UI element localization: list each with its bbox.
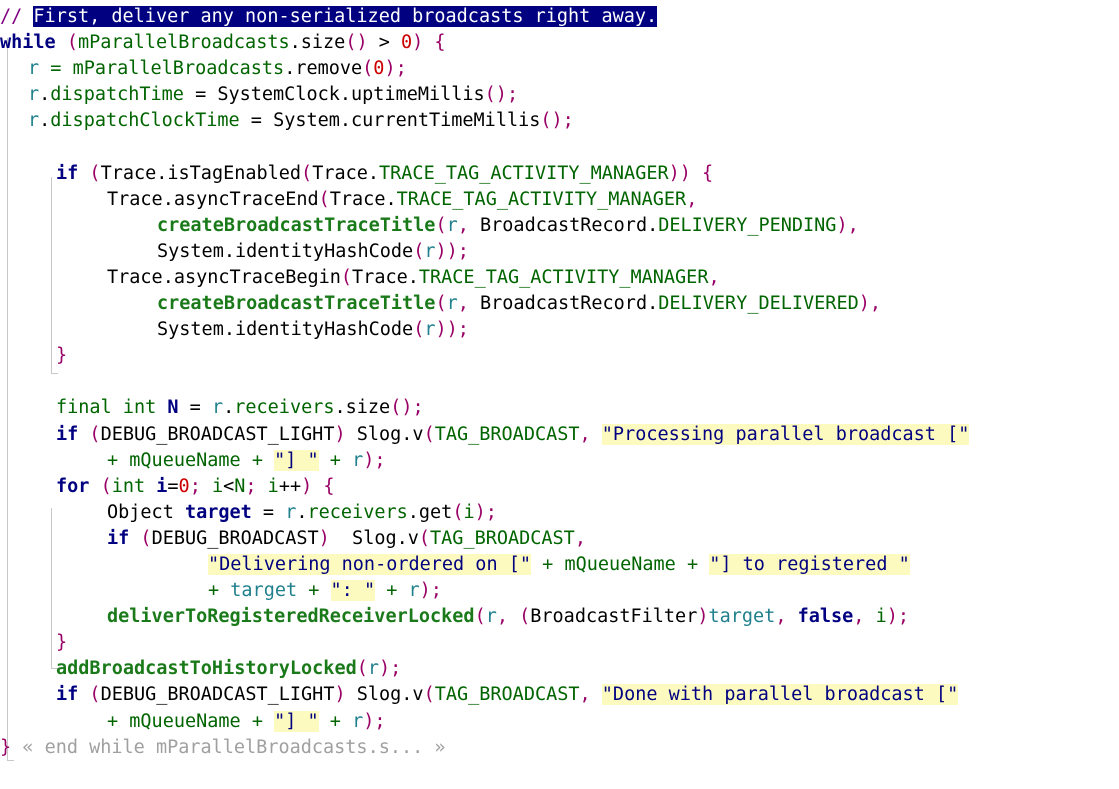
code-line-content: } [56,345,68,367]
code-line[interactable]: r.dispatchClockTime = System.currentTime… [0,108,1119,134]
queue-name-identifier: mQueueName [129,449,241,471]
code-line-content: Trace.asyncTraceBegin(Trace.TRACE_TAG_AC… [107,266,720,288]
code-line[interactable]: if (DEBUG_BROADCAST_LIGHT) Slog.v(TAG_BR… [0,422,1119,448]
code-line[interactable]: if (Trace.isTagEnabled(Trace.TRACE_TAG_A… [0,161,1119,187]
method-call-create-trace-title: createBroadcastTraceTitle [157,214,436,236]
code-line-content: // First, deliver any non-serialized bro… [0,4,658,30]
code-line[interactable]: // First, deliver any non-serialized bro… [0,4,1119,30]
tag-broadcast-identifier: TAG_BROADCAST [434,423,580,445]
code-line-content: + target + ": " + r); [208,580,442,602]
code-line-content: createBroadcastTraceTitle(r, BroadcastRe… [157,214,859,236]
code-line-content: } [56,632,68,654]
code-line[interactable]: "Delivering non-ordered on [" + mQueueNa… [0,552,1119,578]
code-line[interactable]: System.identityHashCode(r)); [0,317,1119,343]
code-line[interactable]: Object target = r.receivers.get(i); [0,500,1119,526]
method-call-create-trace-title-2: createBroadcastTraceTitle [157,293,436,315]
code-line-content: createBroadcastTraceTitle(r, BroadcastRe… [157,293,881,315]
code-line[interactable]: Trace.asyncTraceEnd(Trace.TRACE_TAG_ACTI… [0,187,1119,213]
fold-open-marker[interactable]: « [22,737,33,758]
tag-broadcast-identifier-2: TAG_BROADCAST [430,527,575,549]
code-line-content: if (Trace.isTagEnabled(Trace.TRACE_TAG_A… [56,162,714,184]
code-line-content: r.dispatchClockTime = System.currentTime… [28,110,574,132]
string-processing-parallel: "Processing parallel broadcast [" [601,423,970,445]
code-line-blank[interactable] [0,134,1119,160]
string-colon-space: ": " [330,580,376,602]
code-line[interactable]: createBroadcastTraceTitle(r, BroadcastRe… [0,291,1119,317]
string-delivering-non-ordered: "Delivering non-ordered on [" [208,553,532,575]
code-line-content: r.dispatchTime = SystemClock.uptimeMilli… [28,84,519,106]
code-editor-viewport[interactable]: // First, deliver any non-serialized bro… [0,0,1119,789]
code-line[interactable]: r = mParallelBroadcasts.remove(0); [0,56,1119,82]
code-line[interactable]: if (DEBUG_BROADCAST) Slog.v(TAG_BROADCAS… [0,526,1119,552]
code-line[interactable]: r.dispatchTime = SystemClock.uptimeMilli… [0,82,1119,108]
queue-name-identifier-3: mQueueName [129,710,241,732]
code-line[interactable]: for (int i=0; i<N; i++) { [0,474,1119,500]
code-line-content: for (int i=0; i<N; i++) { [56,475,335,497]
code-line-content: addBroadcastToHistoryLocked(r); [56,658,402,680]
code-line-content: final int N = r.receivers.size(); [56,397,424,419]
code-line-content: if (DEBUG_BROADCAST_LIGHT) Slog.v(TAG_BR… [56,684,959,706]
code-line-content [0,134,11,160]
code-lines-container[interactable]: // First, deliver any non-serialized bro… [0,4,1119,761]
code-line[interactable]: addBroadcastToHistoryLocked(r); [0,656,1119,682]
code-line-content: System.identityHashCode(r)); [157,319,469,341]
code-line[interactable]: } [0,630,1119,656]
code-line[interactable]: + mQueueName + "] " + r); [0,709,1119,735]
code-line-content: deliverToRegisteredReceiverLocked(r, (Br… [107,606,909,628]
code-line-content [0,369,11,395]
code-line[interactable]: System.identityHashCode(r)); [0,239,1119,265]
code-line-content: Object target = r.receivers.get(i); [107,501,497,523]
code-line-content: "Delivering non-ordered on [" + mQueueNa… [208,553,910,575]
string-done-with-parallel: "Done with parallel broadcast [" [601,684,959,706]
code-line[interactable]: } [0,343,1119,369]
code-line[interactable]: + mQueueName + "] " + r); [0,448,1119,474]
code-line-content: System.identityHashCode(r)); [157,240,469,262]
method-call-deliver-to-registered: deliverToRegisteredReceiverLocked [107,606,475,628]
code-line-content: + mQueueName + "] " + r); [107,710,386,732]
code-line[interactable]: createBroadcastTraceTitle(r, BroadcastRe… [0,213,1119,239]
code-line[interactable]: if (DEBUG_BROADCAST_LIGHT) Slog.v(TAG_BR… [0,682,1119,708]
fold-close-marker[interactable]: » [434,737,445,758]
code-line[interactable]: Trace.asyncTraceBegin(Trace.TRACE_TAG_AC… [0,265,1119,291]
code-line[interactable]: while (mParallelBroadcasts.size() > 0) { [0,30,1119,56]
code-line-fold[interactable]: } « end while mParallelBroadcasts.s... » [0,735,1119,761]
queue-name-identifier-2: mQueueName [564,553,676,575]
comment-slashes: // [0,6,34,27]
code-line-blank[interactable] [0,369,1119,395]
string-close-bracket-2: "] " [274,710,319,732]
code-line[interactable]: final int N = r.receivers.size(); [0,395,1119,421]
code-line[interactable]: deliverToRegisteredReceiverLocked(r, (Br… [0,604,1119,630]
code-line-content: Trace.asyncTraceEnd(Trace.TRACE_TAG_ACTI… [107,188,698,210]
code-line-content: while (mParallelBroadcasts.size() > 0) { [0,32,446,54]
tag-broadcast-identifier-3: TAG_BROADCAST [434,684,580,706]
string-close-bracket: "] " [274,449,319,471]
code-line-content: if (DEBUG_BROADCAST) Slog.v(TAG_BROADCAS… [107,527,586,549]
code-line-content: } « end while mParallelBroadcasts.s... » [0,736,446,758]
method-call-add-broadcast-history: addBroadcastToHistoryLocked [56,658,357,680]
code-line-content: r = mParallelBroadcasts.remove(0); [28,58,407,80]
code-line[interactable]: + target + ": " + r); [0,578,1119,604]
string-to-registered: "] to registered " [709,553,910,575]
fold-placeholder-label[interactable]: end while mParallelBroadcasts.s... [45,737,424,758]
code-line-content: + mQueueName + "] " + r); [107,449,386,471]
code-line-content: if (DEBUG_BROADCAST_LIGHT) Slog.v(TAG_BR… [56,423,970,445]
selected-comment-text: First, deliver any non-serialized broadc… [33,6,658,27]
